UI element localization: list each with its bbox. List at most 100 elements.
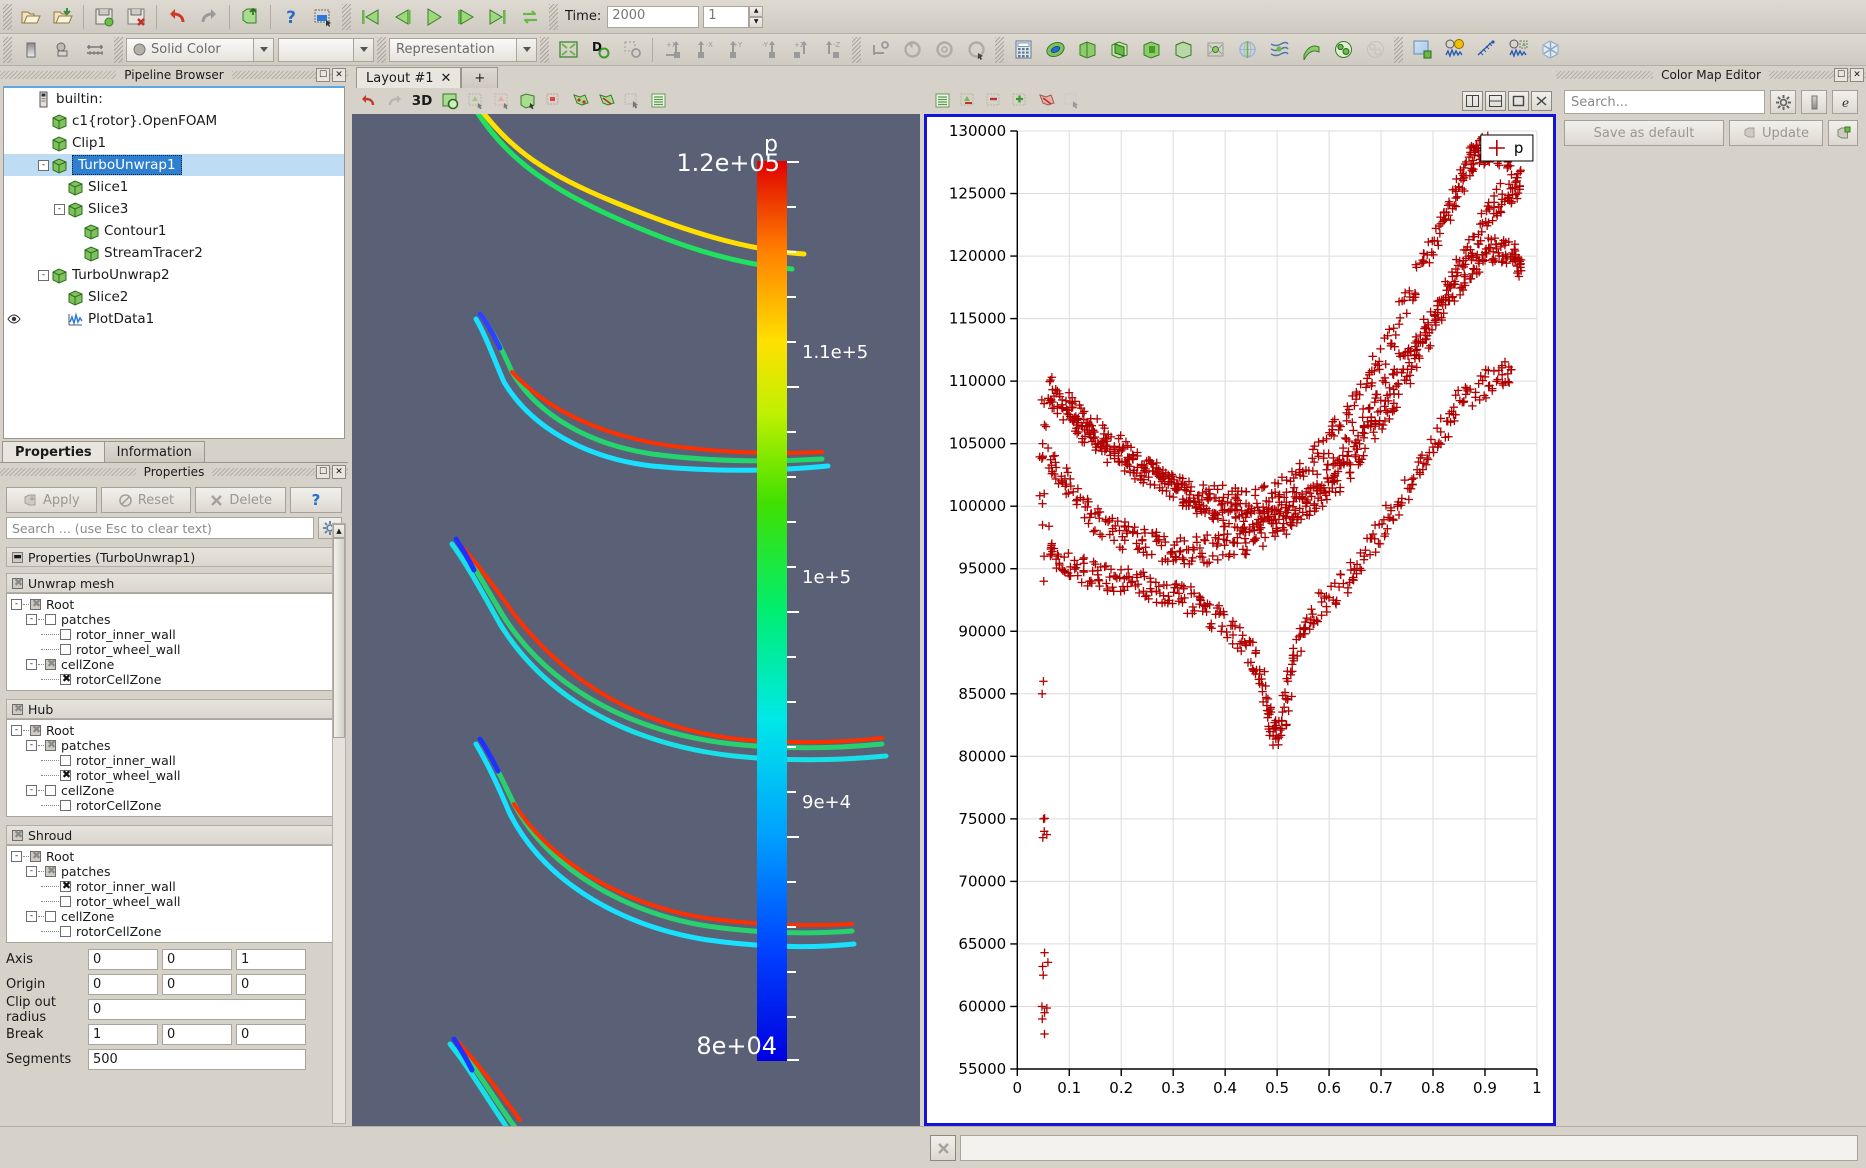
line-chart-view[interactable]: 55000 60000 65000 70000 75000 80000 85000 90000… bbox=[924, 114, 1556, 1126]
tree-node[interactable]: rotor_wheel_wall bbox=[7, 768, 339, 783]
pos-y-icon[interactable]: +Y bbox=[722, 36, 752, 64]
zoom-to-box-icon[interactable] bbox=[617, 36, 647, 64]
tree-node[interactable]: - Root bbox=[7, 597, 339, 612]
previous-frame-icon[interactable] bbox=[387, 3, 417, 31]
node-checkbox[interactable] bbox=[60, 644, 71, 655]
tree-expander-icon[interactable]: - bbox=[11, 725, 22, 736]
pipeline-close-button[interactable]: ✕ bbox=[332, 68, 346, 82]
color-array-caret-icon[interactable] bbox=[353, 38, 373, 61]
visibility-eye-icon[interactable] bbox=[6, 313, 22, 325]
reset-camera-icon[interactable] bbox=[553, 36, 583, 64]
field-input-origin-2[interactable]: 0 bbox=[236, 974, 306, 995]
layout-tab-close-icon[interactable]: ✕ bbox=[441, 71, 452, 86]
neg-x-icon[interactable]: -X bbox=[690, 36, 720, 64]
color-map-float-button[interactable]: ☐ bbox=[1834, 68, 1848, 82]
plot-over-time-icon[interactable] bbox=[1503, 36, 1533, 64]
auto-rescale-icon[interactable] bbox=[1828, 120, 1858, 146]
tree-node[interactable]: rotor_wheel_wall bbox=[7, 642, 339, 657]
plot-selection-icon[interactable] bbox=[1439, 36, 1469, 64]
pos-x-icon[interactable]: +X bbox=[658, 36, 688, 64]
toolbar-grip[interactable] bbox=[3, 3, 12, 30]
reset-center-icon[interactable] bbox=[490, 90, 514, 112]
add-selection-icon[interactable] bbox=[1008, 90, 1032, 112]
tree-expander-icon[interactable]: - bbox=[54, 203, 65, 215]
pipeline-item-turbounwrap2[interactable]: - TurboUnwrap2 bbox=[4, 264, 344, 286]
node-checkbox[interactable] bbox=[60, 879, 72, 892]
last-frame-icon[interactable] bbox=[483, 3, 513, 31]
tree-node[interactable]: - Root bbox=[7, 849, 339, 864]
tree-expander-icon[interactable]: - bbox=[26, 866, 37, 877]
select-blocks-icon[interactable] bbox=[594, 90, 618, 112]
tree-expander-icon[interactable]: - bbox=[26, 740, 37, 751]
tree-node[interactable]: rotor_inner_wall bbox=[7, 879, 339, 894]
extract-subset-icon[interactable] bbox=[1168, 36, 1198, 64]
time-index-input[interactable]: 1 bbox=[703, 5, 750, 28]
rubber-band-icon[interactable] bbox=[516, 90, 540, 112]
pipeline-item-builtin[interactable]: builtin: bbox=[4, 88, 344, 110]
properties-close-button[interactable]: ✕ bbox=[332, 465, 346, 479]
properties-float-button[interactable]: ☐ bbox=[316, 465, 330, 479]
show-legend-icon[interactable] bbox=[646, 90, 670, 112]
tree-expander-icon[interactable]: - bbox=[26, 659, 37, 670]
layout-tab-1[interactable]: Layout #1 ✕ bbox=[356, 67, 462, 88]
property-tree-hub[interactable]: -Root-patchesrotor_inner_wallrotor_wheel… bbox=[6, 719, 340, 817]
toggle-color-legend-icon[interactable] bbox=[1801, 90, 1827, 114]
tab-properties[interactable]: Properties bbox=[2, 441, 105, 462]
tree-expander-icon[interactable]: - bbox=[26, 614, 37, 625]
field-input-segments-0[interactable]: 500 bbox=[88, 1049, 306, 1070]
select-cells-icon[interactable] bbox=[542, 90, 566, 112]
node-checkbox[interactable] bbox=[45, 864, 57, 877]
tree-node[interactable]: rotor_inner_wall bbox=[7, 627, 339, 642]
loop-icon[interactable] bbox=[515, 3, 545, 31]
save-state-icon[interactable] bbox=[121, 3, 151, 31]
toolbar-grip[interactable] bbox=[114, 36, 123, 63]
time-input[interactable]: 2000 bbox=[607, 5, 700, 28]
field-input-origin-1[interactable]: 0 bbox=[162, 974, 232, 995]
node-checkbox[interactable] bbox=[60, 926, 71, 937]
scalar-bar[interactable]: p 1.2e+05 1.1e+5 1e+5 9e+4 8e+04 bbox=[676, 114, 912, 1126]
tree-node[interactable]: - Root bbox=[7, 723, 339, 738]
group-datasets-icon[interactable] bbox=[1328, 36, 1358, 64]
pick-center-icon[interactable] bbox=[438, 90, 462, 112]
field-input-clip-out-radius-0[interactable]: 0 bbox=[88, 999, 306, 1020]
select-chart-points-icon[interactable] bbox=[956, 90, 980, 112]
property-group-shroud[interactable]: Shroud bbox=[6, 825, 340, 845]
tree-node[interactable]: - patches bbox=[7, 738, 339, 753]
close-view-icon[interactable] bbox=[1531, 91, 1552, 111]
node-checkbox[interactable] bbox=[45, 738, 57, 751]
scrollbar-thumb[interactable] bbox=[333, 538, 345, 738]
chart-show-legend-icon[interactable] bbox=[930, 90, 954, 112]
properties-group-header[interactable]: ▬ Properties (TurboUnwrap1) bbox=[6, 547, 340, 567]
properties-search-input[interactable]: Search ... (use Esc to clear text) bbox=[6, 517, 314, 539]
toolbar-grip[interactable] bbox=[540, 36, 549, 63]
node-checkbox[interactable] bbox=[60, 755, 71, 766]
field-input-axis-2[interactable]: 1 bbox=[236, 949, 306, 970]
tree-node[interactable]: rotorCellZone bbox=[7, 798, 339, 813]
representation-caret-icon[interactable] bbox=[516, 38, 536, 61]
edit-color-map-icon[interactable] bbox=[16, 36, 46, 64]
representation-combo[interactable]: Representation bbox=[389, 37, 537, 62]
plot-data-over-time-icon[interactable] bbox=[1471, 36, 1501, 64]
properties-help-button[interactable]: ? bbox=[290, 487, 343, 513]
clip-icon[interactable] bbox=[1072, 36, 1102, 64]
tree-expander-icon[interactable]: - bbox=[26, 785, 37, 796]
subtract-selection-icon[interactable] bbox=[982, 90, 1006, 112]
scroll-up-arrow-icon[interactable]: ▲ bbox=[333, 524, 345, 538]
split-horizontal-icon[interactable] bbox=[1462, 91, 1483, 111]
pipeline-item-slice3[interactable]: - Slice3 bbox=[4, 198, 344, 220]
zoom-to-data-icon[interactable]: D bbox=[585, 36, 615, 64]
color-array-combo[interactable] bbox=[278, 37, 374, 62]
tab-information[interactable]: Information bbox=[103, 441, 205, 462]
neg-z-icon[interactable]: -Z bbox=[818, 36, 848, 64]
toolbar-grip[interactable] bbox=[549, 3, 558, 30]
gear-icon[interactable] bbox=[1770, 90, 1796, 114]
tree-node[interactable]: - cellZone bbox=[7, 783, 339, 798]
first-frame-icon[interactable] bbox=[355, 3, 385, 31]
color-by-combo[interactable]: Solid Color bbox=[126, 37, 274, 62]
group-checkbox[interactable] bbox=[12, 702, 24, 715]
stream-tracer-icon[interactable] bbox=[1264, 36, 1294, 64]
group-checkbox[interactable] bbox=[12, 576, 24, 589]
plot-over-line-icon[interactable] bbox=[1407, 36, 1437, 64]
node-checkbox[interactable] bbox=[60, 672, 72, 685]
field-input-axis-1[interactable]: 0 bbox=[162, 949, 232, 970]
